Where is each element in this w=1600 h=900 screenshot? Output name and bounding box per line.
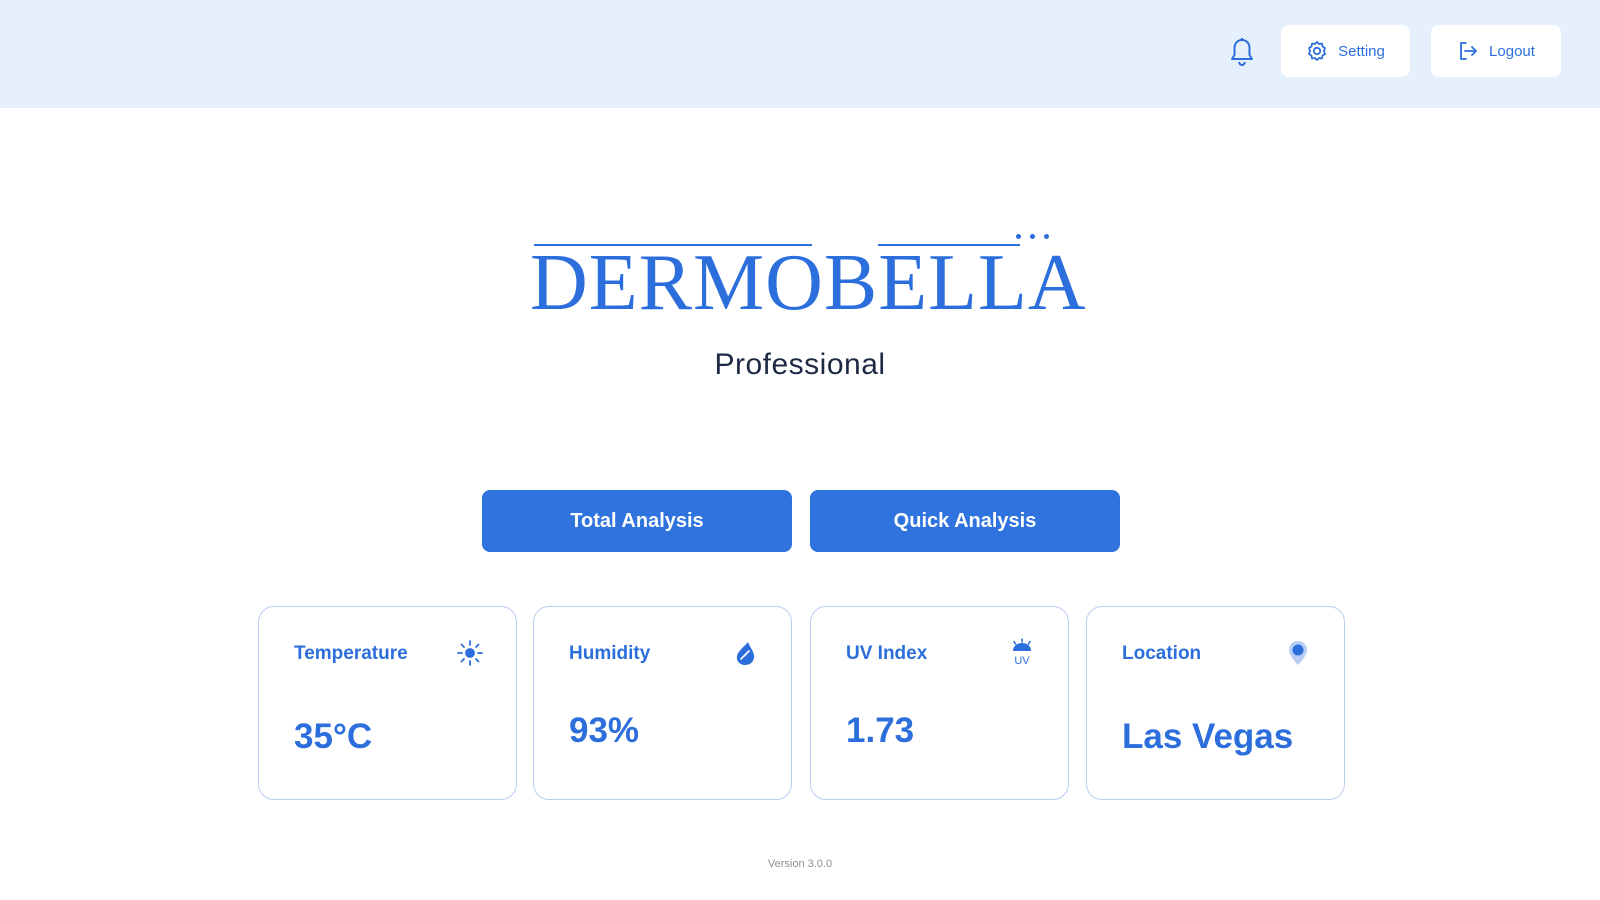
uv-icon-text: UV bbox=[1014, 655, 1030, 667]
top-bar: Setting Logout bbox=[0, 0, 1600, 108]
brand-logo: DERMOBELLA bbox=[530, 230, 1087, 330]
location-pin-icon bbox=[1282, 637, 1314, 669]
uv-icon: UV bbox=[1006, 637, 1038, 669]
quick-analysis-button[interactable]: Quick Analysis bbox=[810, 490, 1120, 552]
card-value: 1.73 bbox=[846, 711, 915, 750]
uv-index-card: UV Index UV 1.73 bbox=[810, 606, 1069, 800]
card-label: Location bbox=[1122, 643, 1202, 664]
sun-icon bbox=[454, 637, 486, 669]
card-value: Las Vegas bbox=[1122, 717, 1294, 756]
gear-icon bbox=[1306, 40, 1328, 62]
water-drop-icon bbox=[729, 637, 761, 669]
card-label: Humidity bbox=[569, 643, 651, 664]
setting-button[interactable]: Setting bbox=[1281, 25, 1410, 77]
card-label: UV Index bbox=[846, 643, 928, 664]
brand-subtitle: Professional bbox=[714, 348, 886, 381]
total-analysis-button[interactable]: Total Analysis bbox=[482, 490, 792, 552]
logout-label: Logout bbox=[1489, 42, 1535, 60]
logo-text: DERMOBELLA bbox=[530, 239, 1087, 327]
bell-icon[interactable] bbox=[1227, 36, 1257, 68]
card-label: Temperature bbox=[294, 643, 408, 664]
temperature-card: Temperature 35°C bbox=[258, 606, 517, 800]
version-text: Version 3.0.0 bbox=[767, 858, 833, 870]
card-value: 35°C bbox=[294, 717, 373, 756]
logout-icon bbox=[1457, 40, 1479, 62]
setting-label: Setting bbox=[1338, 42, 1385, 60]
card-value: 93% bbox=[569, 711, 640, 750]
humidity-card: Humidity 93% bbox=[533, 606, 792, 800]
logout-button[interactable]: Logout bbox=[1431, 25, 1561, 77]
location-card: Location Las Vegas bbox=[1086, 606, 1345, 800]
